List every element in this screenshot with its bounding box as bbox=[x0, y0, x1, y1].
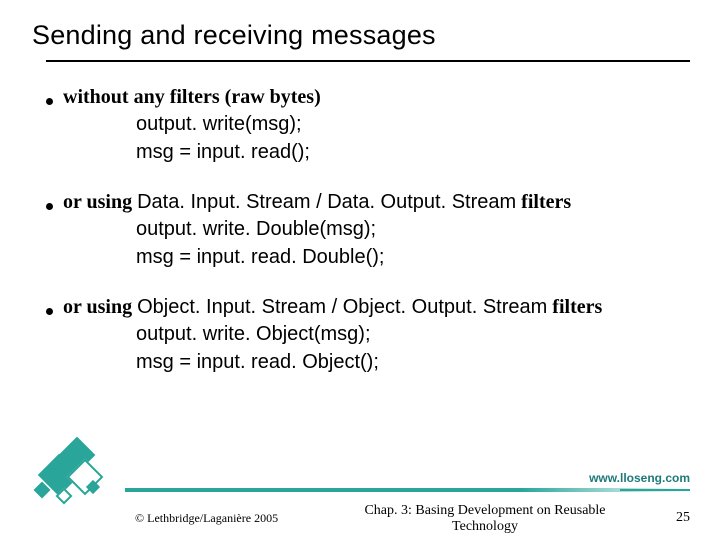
footer-copyright: © Lethbridge/Laganière 2005 bbox=[135, 511, 278, 526]
bullet-icon bbox=[46, 98, 53, 105]
bullet-trail: filters bbox=[547, 296, 602, 318]
bullet-tech: Object. Input. Stream / Object. Output. … bbox=[137, 296, 547, 318]
bullet-lead: or using bbox=[63, 296, 137, 318]
code-line: msg = input. read. Double(); bbox=[136, 244, 690, 270]
bullet-trail: filters bbox=[516, 191, 571, 213]
code-line: output. write(msg); bbox=[136, 111, 690, 137]
code-line: msg = input. read. Object(); bbox=[136, 349, 690, 375]
slide-body: without any filters (raw bytes) output. … bbox=[46, 60, 690, 375]
decorative-diamond-icon bbox=[28, 440, 123, 510]
code-line: msg = input. read(); bbox=[136, 139, 690, 165]
code-line: output. write. Double(msg); bbox=[136, 216, 690, 242]
footer-divider bbox=[125, 488, 690, 492]
code-line: output. write. Object(msg); bbox=[136, 321, 690, 347]
bullet-item: without any filters (raw bytes) bbox=[46, 86, 690, 109]
footer-url: www.lloseng.com bbox=[589, 471, 690, 485]
bullet-lead: or using bbox=[63, 191, 137, 213]
page-number: 25 bbox=[676, 510, 690, 526]
bullet-item: or using Object. Input. Stream / Object.… bbox=[46, 296, 690, 319]
footer-chapter: Chap. 3: Basing Development on Reusable … bbox=[360, 503, 610, 535]
bullet-icon bbox=[46, 308, 53, 315]
slide-title: Sending and receiving messages bbox=[32, 20, 436, 51]
bullet-icon bbox=[46, 203, 53, 210]
bullet-text: without any filters (raw bytes) bbox=[63, 86, 321, 108]
bullet-tech: Data. Input. Stream / Data. Output. Stre… bbox=[137, 191, 516, 213]
bullet-item: or using Data. Input. Stream / Data. Out… bbox=[46, 191, 690, 214]
